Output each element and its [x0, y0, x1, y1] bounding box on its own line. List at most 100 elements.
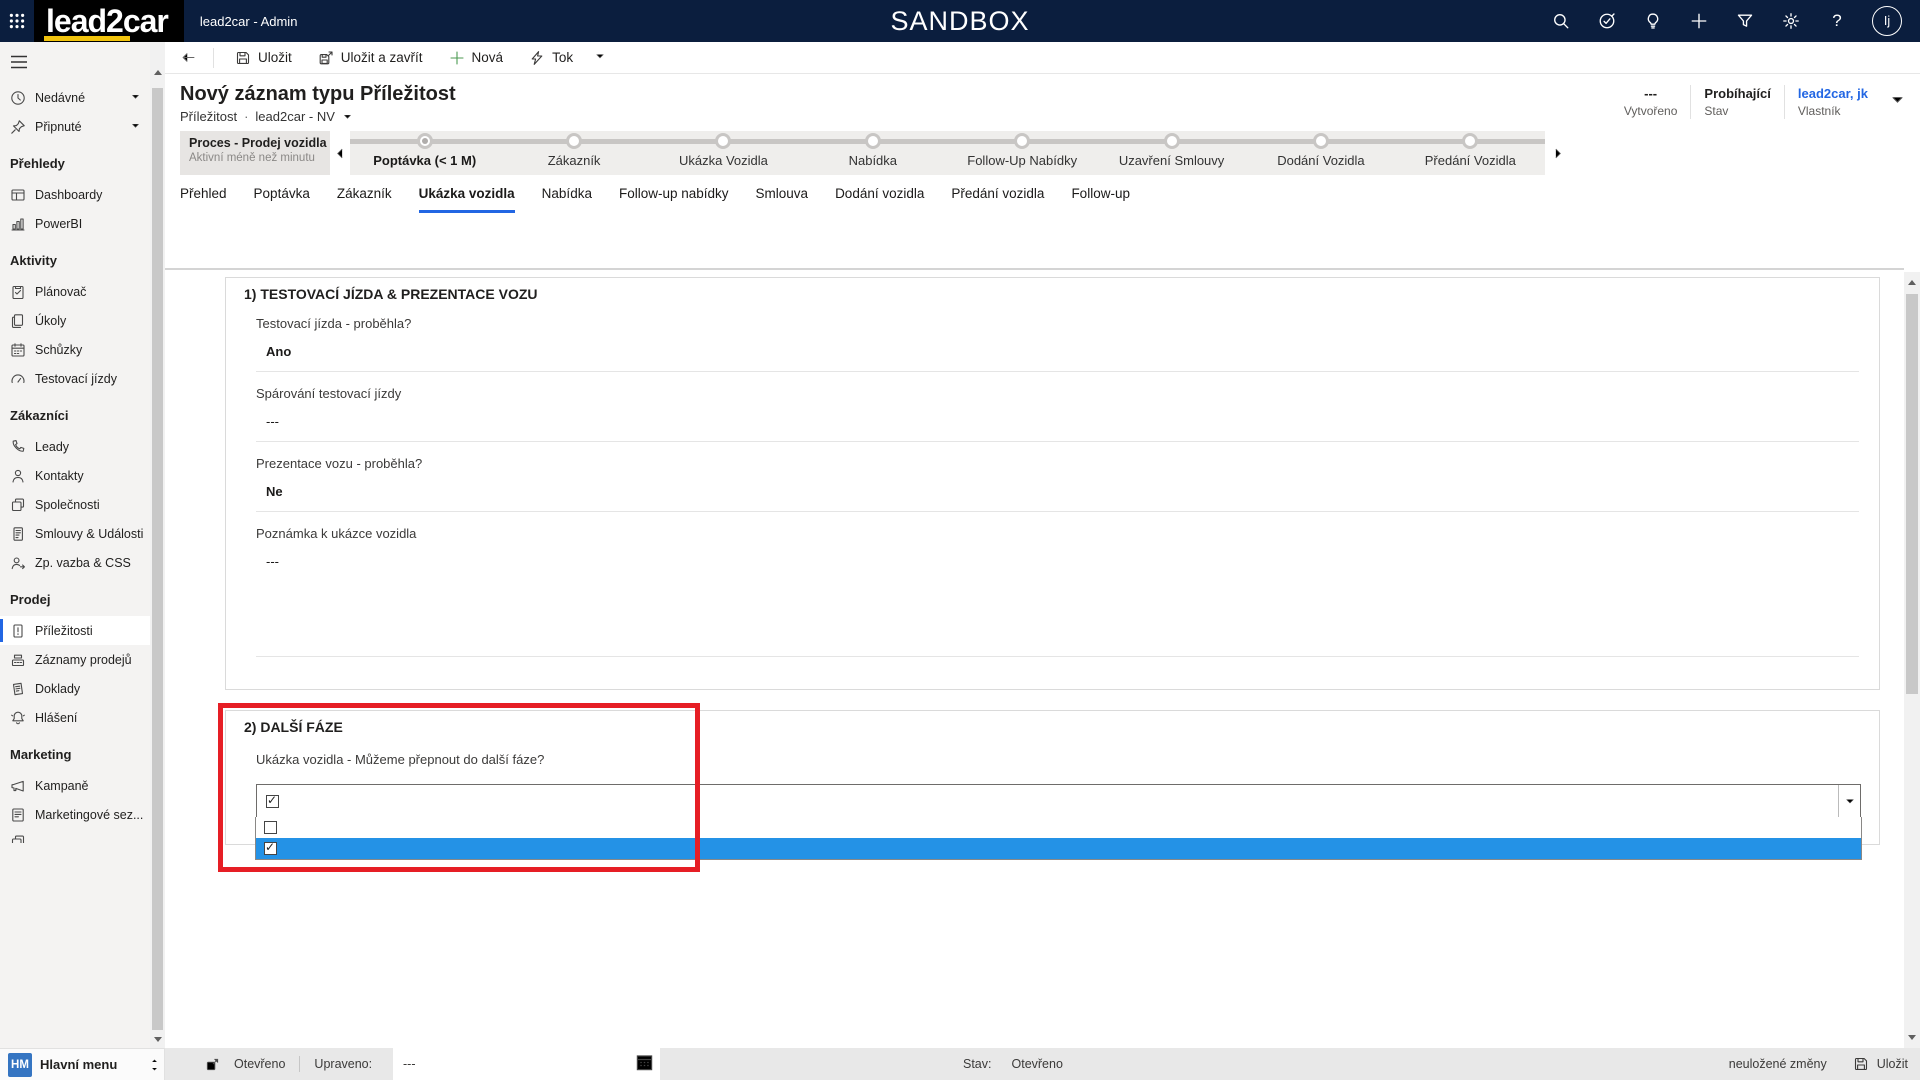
filter-button[interactable]: [1734, 10, 1756, 32]
form-status-bar: Otevřeno Upraveno: --- Stav: Otevřeno ne…: [165, 1048, 1920, 1080]
process-stage-nabidka[interactable]: Nabídka: [798, 131, 947, 175]
waffle-menu-button[interactable]: [0, 0, 34, 42]
form-selector[interactable]: lead2car - NV: [255, 109, 334, 124]
state-value: Otevřeno: [1012, 1057, 1063, 1071]
new-record-button[interactable]: Nová: [438, 44, 515, 72]
entity-name: Příležitost: [180, 109, 237, 124]
advisor-button[interactable]: [1596, 10, 1618, 32]
gear-icon: [1782, 12, 1800, 30]
stage-circle[interactable]: [1164, 133, 1180, 149]
scroll-up-arrow[interactable]: [154, 70, 162, 75]
stage-circle[interactable]: [1313, 133, 1329, 149]
sidebar-scrollbar-thumb[interactable]: [152, 88, 163, 1030]
stage-circle[interactable]: [1462, 133, 1478, 149]
sidebar-item-hlaseni[interactable]: Hlášení: [0, 703, 150, 732]
calendar-picker-button[interactable]: [635, 1053, 654, 1075]
chevron-down-icon[interactable]: [130, 120, 141, 134]
sidebar-item-leady[interactable]: Leady: [0, 432, 150, 461]
statusbar-save-button[interactable]: Uložit: [1853, 1056, 1908, 1072]
help-button[interactable]: ?: [1826, 10, 1848, 32]
chevron-left-icon: [334, 147, 347, 160]
process-stage-zakaznik[interactable]: Zákazník: [499, 131, 648, 175]
dropdown-option-unchecked[interactable]: [256, 817, 1861, 838]
field-value[interactable]: ---: [266, 414, 1859, 429]
chevron-down-icon[interactable]: [130, 91, 141, 105]
scroll-down-arrow[interactable]: [1908, 1035, 1916, 1040]
flow-button[interactable]: Tok: [518, 44, 584, 72]
command-bar-overflow-button[interactable]: [588, 49, 612, 67]
stage-circle[interactable]: [566, 133, 582, 149]
app-logo[interactable]: lead2car: [34, 0, 184, 42]
user-avatar[interactable]: Ij: [1872, 6, 1902, 36]
settings-button[interactable]: [1780, 10, 1802, 32]
process-stage-uzavreni-smlouvy[interactable]: Uzavření Smlouvy: [1097, 131, 1246, 175]
ideas-button[interactable]: [1642, 10, 1664, 32]
sitemap-collapse-button[interactable]: [0, 42, 150, 83]
owner-link[interactable]: lead2car, jk: [1798, 86, 1868, 101]
sidebar-item-schuzky[interactable]: Schůzky: [0, 335, 150, 364]
sidebar-item-dashboardy[interactable]: Dashboardy: [0, 180, 150, 209]
main-menu-footer[interactable]: HM Hlavní menu: [0, 1048, 165, 1080]
main-menu-toggle[interactable]: [149, 1057, 160, 1073]
combobox-dropdown-button[interactable]: [1838, 785, 1860, 817]
clock-icon: [10, 90, 26, 106]
search-button[interactable]: [1550, 10, 1572, 32]
quick-create-button[interactable]: [1688, 10, 1710, 32]
scroll-down-arrow[interactable]: [154, 1037, 162, 1042]
tab-prehled[interactable]: Přehled: [180, 175, 227, 213]
sidebar-item-zaznamy-prodeju[interactable]: Záznamy prodejů: [0, 645, 150, 674]
tab-dodani-vozidla[interactable]: Dodání vozidla: [835, 175, 924, 213]
modified-date-field[interactable]: ---: [393, 1048, 660, 1080]
process-stage-dodani-vozidla[interactable]: Dodání Vozidla: [1246, 131, 1395, 175]
sidebar-scrollbar[interactable]: [150, 42, 165, 1048]
header-expand-button[interactable]: [1889, 91, 1906, 113]
process-stage-poptavka[interactable]: Poptávka (< 1 M): [350, 131, 499, 175]
tab-zakaznik[interactable]: Zákazník: [337, 175, 392, 213]
sidebar-item-kontakty[interactable]: Kontakty: [0, 461, 150, 490]
sidebar-item-prilezitosti[interactable]: Příležitosti: [0, 616, 150, 645]
sidebar-item-spolecnosti[interactable]: Společnosti: [0, 490, 150, 519]
stage-circle[interactable]: [865, 133, 881, 149]
field-value[interactable]: Ne: [266, 484, 1859, 499]
process-scroll-left-button[interactable]: [330, 131, 350, 175]
tab-follow-up[interactable]: Follow-up: [1071, 175, 1130, 213]
tab-smlouva[interactable]: Smlouva: [756, 175, 809, 213]
stage-circle[interactable]: [1014, 133, 1030, 149]
tab-follow-up-nabidky[interactable]: Follow-up nabídky: [619, 175, 729, 213]
chevron-down-icon[interactable]: [342, 111, 353, 122]
stage-circle[interactable]: [417, 133, 433, 149]
tab-poptavka[interactable]: Poptávka: [254, 175, 310, 213]
save-and-close-button[interactable]: Uložit a zavřít: [307, 44, 434, 72]
process-info-box[interactable]: Proces - Prodej vozidla Aktivní méně než…: [180, 131, 330, 175]
sidebar-item-ukoly[interactable]: Úkoly: [0, 306, 150, 335]
sidebar-item-zp-vazba-css[interactable]: Zp. vazba & CSS: [0, 548, 150, 577]
sidebar-item-recent[interactable]: Nedávné: [0, 83, 150, 112]
main-scrollbar[interactable]: [1904, 272, 1920, 1048]
save-button[interactable]: Uložit: [224, 44, 303, 72]
sidebar-item-kampane[interactable]: Kampaně: [0, 771, 150, 800]
process-scroll-right-button[interactable]: [1547, 131, 1567, 175]
sidebar-item-planovac[interactable]: Plánovač: [0, 277, 150, 306]
sidebar-item-powerbi[interactable]: PowerBI: [0, 209, 150, 238]
bar-chart-icon: [10, 216, 26, 232]
sidebar-item-marketingove-seznamy[interactable]: Marketingové sez...: [0, 800, 150, 829]
sidebar-item-testovaci-jizdy[interactable]: Testovací jízdy: [0, 364, 150, 393]
process-stage-ukazka-vozidla[interactable]: Ukázka Vozidla: [649, 131, 798, 175]
process-stage-predani-vozidla[interactable]: Předání Vozidla: [1396, 131, 1545, 175]
field-value[interactable]: ---: [266, 554, 1859, 569]
dropdown-option-checked[interactable]: [256, 838, 1861, 859]
process-stage-follow-up-nabidky[interactable]: Follow-Up Nabídky: [948, 131, 1097, 175]
back-button[interactable]: [173, 44, 203, 72]
tab-nabidka[interactable]: Nabídka: [542, 175, 592, 213]
sidebar-item-doklady[interactable]: Doklady: [0, 674, 150, 703]
field-value[interactable]: Ano: [266, 344, 1859, 359]
expand-form-button[interactable]: [205, 1057, 220, 1072]
next-phase-combobox[interactable]: [256, 784, 1861, 818]
main-scrollbar-thumb[interactable]: [1906, 294, 1918, 694]
sidebar-item-smlouvy-udalosti[interactable]: Smlouvy & Události: [0, 519, 150, 548]
sidebar-item-pinned[interactable]: Připnuté: [0, 112, 150, 141]
stage-circle[interactable]: [715, 133, 731, 149]
tab-predani-vozidla[interactable]: Předání vozidla: [951, 175, 1044, 213]
tab-ukazka-vozidla[interactable]: Ukázka vozidla: [419, 175, 515, 213]
scroll-up-arrow[interactable]: [1908, 280, 1916, 285]
